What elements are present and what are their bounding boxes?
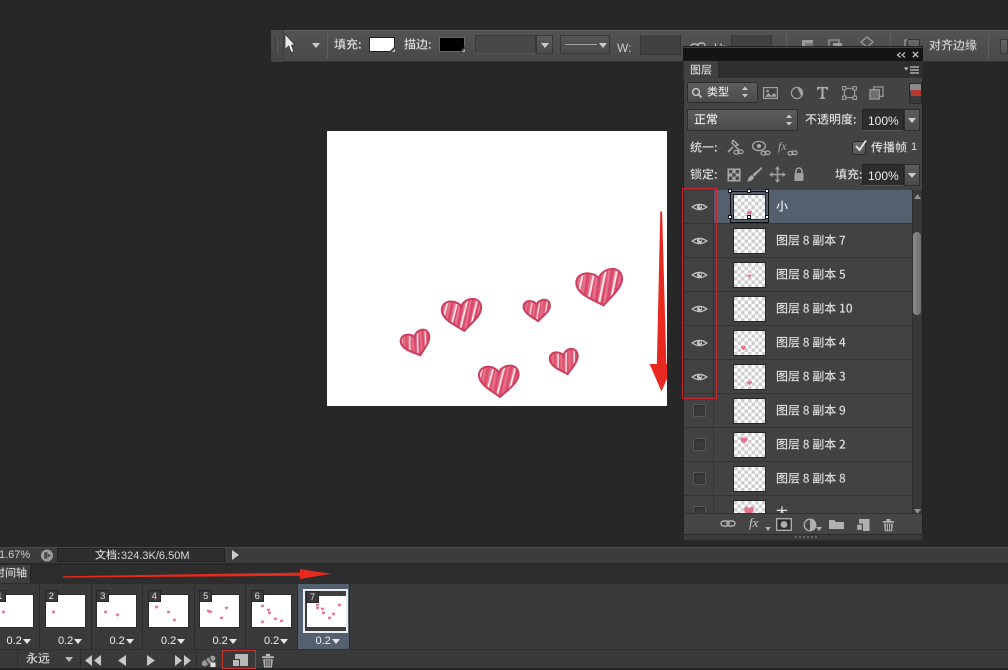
svg-text:fx: fx: [778, 139, 787, 153]
